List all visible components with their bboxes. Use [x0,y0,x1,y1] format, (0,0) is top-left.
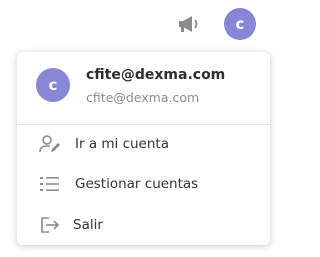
user-dropdown-menu: c cfite@dexma.com cfite@dexma.com Ir a m… [17,52,270,245]
user-avatar-button[interactable]: c [224,8,256,40]
user-edit-icon [39,134,61,154]
megaphone-icon[interactable] [176,13,202,35]
logout-icon [39,215,61,235]
menu-item-label: Ir a mi cuenta [75,136,169,152]
account-name: cfite@dexma.com [86,67,226,83]
avatar-initial: c [235,15,245,33]
menu-item-label: Gestionar cuentas [75,176,199,192]
avatar: c [36,68,70,102]
account-header[interactable]: c cfite@dexma.com cfite@dexma.com [17,52,270,118]
menu-item-manage-accounts[interactable]: Gestionar cuentas [17,165,270,203]
avatar-initial: c [48,76,58,94]
menu-item-label: Salir [73,217,103,233]
menu-item-my-account[interactable]: Ir a mi cuenta [17,125,270,163]
menu-item-logout[interactable]: Salir [17,206,270,244]
app-stage: c c cfite@dexma.com cfite@dexma.com Ir a… [0,0,276,257]
list-icon [39,174,61,194]
account-email: cfite@dexma.com [86,90,200,105]
